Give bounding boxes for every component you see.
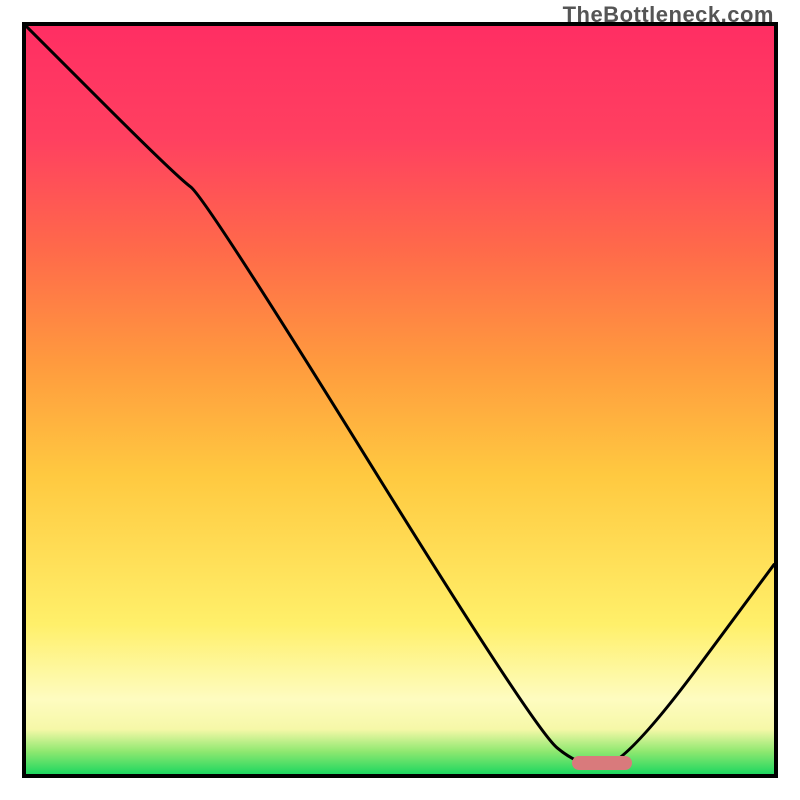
plot-area (22, 22, 778, 778)
optimal-range-marker (572, 756, 632, 770)
bottleneck-curve (26, 26, 774, 774)
chart-frame: TheBottleneck.com (0, 0, 800, 800)
